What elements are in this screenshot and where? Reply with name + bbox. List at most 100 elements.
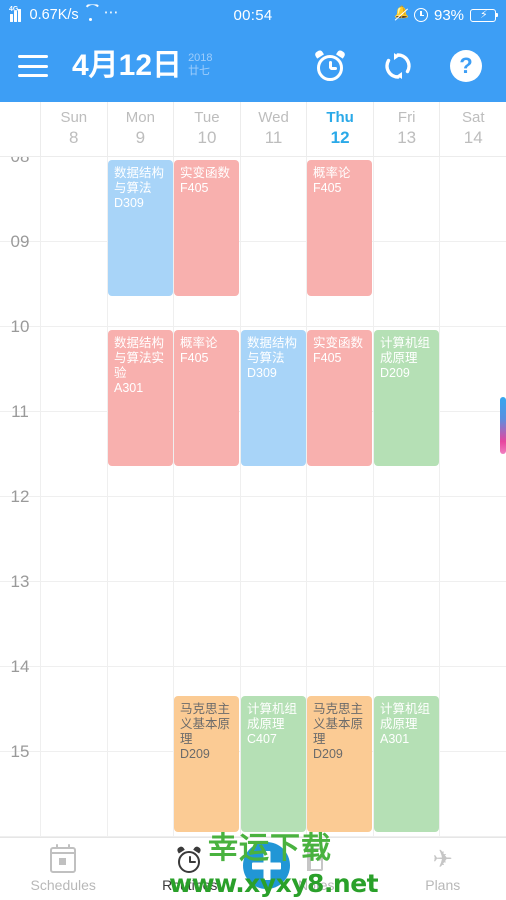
event-block[interactable]: 数据结构与算法实验 A301	[108, 330, 173, 466]
day-name-label: Sat	[462, 109, 485, 127]
hamburger-menu-icon[interactable]	[18, 55, 48, 77]
event-name: 实变函数	[180, 166, 231, 180]
book-icon	[303, 847, 329, 873]
event-room: F405	[313, 181, 342, 195]
day-name-label: Sun	[60, 109, 88, 127]
nav-item-plans[interactable]: ✈ Plans	[380, 847, 506, 892]
airplane-icon: ✈	[432, 845, 453, 873]
event-room: F405	[180, 351, 209, 365]
status-bar: 4G 0.67K/s ⋯ 00:54 93% ⚡	[0, 0, 506, 30]
nav-item-routines[interactable]: Routines	[127, 845, 254, 892]
timetable-grid: 0809101112131415数据结构与算法D309实变函数F405概率论F4…	[0, 157, 506, 837]
day-name-label: Thu	[326, 109, 354, 127]
day-name-label: Fri	[397, 109, 416, 127]
event-block[interactable]: 马克思主义基本原理 D209	[307, 696, 372, 832]
day-number-label: 9	[135, 127, 146, 147]
timetable-scroll-area[interactable]: 0809101112131415数据结构与算法D309实变函数F405概率论F4…	[0, 157, 506, 837]
event-name: 数据结构与算法	[247, 336, 298, 365]
event-block[interactable]: 数据结构与算法 D309	[241, 330, 306, 466]
battery-icon: ⚡	[470, 8, 499, 22]
page-title: 4月12日	[72, 49, 183, 82]
alarm-clock-icon	[175, 845, 203, 873]
status-bar-left: 4G 0.67K/s ⋯	[9, 3, 233, 24]
day-name-label: Wed	[258, 109, 289, 127]
alarm-icon[interactable]	[314, 49, 346, 82]
help-icon[interactable]: ?	[450, 50, 482, 82]
time-gutter-spacer	[0, 102, 40, 156]
event-block[interactable]: 马克思主义基本原理 D209	[174, 696, 239, 832]
day-column-header-4-today[interactable]: Thu 12	[306, 102, 373, 156]
hour-label: 12	[10, 487, 30, 506]
app-bar-actions: ?	[314, 49, 488, 82]
event-room: A301	[114, 381, 144, 395]
hour-row: 09	[0, 232, 506, 327]
day-column-header-3[interactable]: Wed 11	[239, 102, 307, 156]
event-block[interactable]: 实变函数 F405	[307, 330, 372, 466]
day-number-label: 13	[397, 127, 417, 147]
nav-item-notes[interactable]: Notes	[253, 847, 380, 892]
battery-percent-label: 93%	[433, 6, 465, 24]
event-room: D209	[180, 747, 210, 761]
event-room: D309	[247, 366, 277, 380]
day-number-label: 10	[197, 127, 217, 147]
day-column-header-0[interactable]: Sun 8	[40, 102, 107, 156]
grid-column-line	[439, 157, 440, 837]
day-column-header-2[interactable]: Tue 10	[173, 102, 240, 156]
status-bar-clock: 00:54	[233, 6, 273, 24]
scroll-indicator[interactable]	[500, 397, 506, 454]
event-name: 数据结构与算法实验	[114, 336, 165, 380]
network-type-label: 4G	[9, 5, 19, 13]
day-column-header-6[interactable]: Sat 14	[439, 102, 506, 156]
app-root: 4G 0.67K/s ⋯ 00:54 93% ⚡ 4月12日 2018	[0, 0, 506, 900]
event-name: 概率论	[313, 166, 351, 180]
day-number-label: 11	[264, 127, 283, 147]
hour-label: 11	[11, 402, 29, 421]
event-block[interactable]: 计算机组成原理 D209	[374, 330, 439, 466]
year-label: 2018	[188, 51, 213, 64]
alarm-small-icon	[413, 8, 428, 22]
hour-row: 12	[0, 487, 506, 582]
event-block[interactable]: 概率论 F405	[307, 160, 372, 296]
event-block[interactable]: 计算机组成原理 C407	[241, 696, 306, 832]
more-dots-icon: ⋯	[103, 3, 120, 21]
event-room: D209	[380, 366, 410, 380]
day-name-label: Mon	[125, 109, 155, 127]
network-speed-label: 0.67K/s	[29, 7, 79, 23]
event-name: 计算机组成原理	[380, 336, 431, 365]
event-room: C407	[247, 732, 277, 746]
hour-label: 08	[0, 157, 40, 167]
day-column-header-1[interactable]: Mon 9	[106, 102, 174, 156]
event-block[interactable]: 实变函数 F405	[174, 160, 239, 296]
day-number-label: 8	[69, 127, 79, 147]
event-room: A301	[380, 732, 410, 746]
event-block[interactable]: 概率论 F405	[174, 330, 239, 466]
event-room: D309	[114, 196, 144, 210]
hour-label: 13	[10, 572, 30, 591]
day-column-header-5[interactable]: Fri 13	[372, 102, 440, 156]
event-room: F405	[180, 181, 209, 195]
hour-label: 15	[10, 742, 30, 761]
event-name: 概率论	[180, 336, 218, 350]
day-number-label: 14	[463, 127, 483, 147]
hour-label: 14	[10, 657, 30, 676]
nav-label-schedules: Schedules	[30, 876, 96, 893]
event-block[interactable]: 计算机组成原理 A301	[374, 696, 439, 832]
day-number-label: 12	[330, 127, 350, 147]
date-title-group[interactable]: 4月12日 2018 廿七	[72, 51, 213, 81]
event-room: D209	[313, 747, 343, 761]
event-name: 马克思主义基本原理	[313, 702, 364, 746]
day-name-label: Tue	[194, 109, 220, 127]
event-name: 马克思主义基本原理	[180, 702, 231, 746]
event-name: 数据结构与算法	[114, 166, 165, 195]
nav-label-plans: Plans	[425, 876, 461, 893]
status-bar-right: 93% ⚡	[273, 5, 499, 24]
hour-label: 10	[10, 317, 30, 336]
help-icon-glyph: ?	[459, 53, 473, 78]
event-name: 实变函数	[313, 336, 364, 350]
nav-item-schedules[interactable]: Schedules	[0, 843, 127, 893]
event-block[interactable]: 数据结构与算法 D309	[108, 160, 173, 296]
sync-icon[interactable]	[382, 50, 414, 82]
hour-label: 09	[10, 232, 30, 251]
wifi-icon	[84, 9, 99, 21]
app-bar: 4月12日 2018 廿七 ?	[0, 30, 506, 102]
